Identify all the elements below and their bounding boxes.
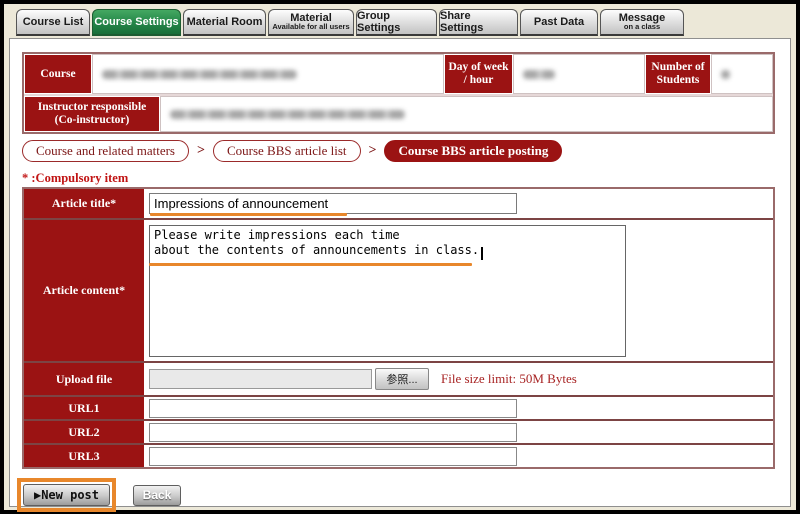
course-value-cell bbox=[92, 54, 444, 94]
breadcrumb-separator-icon: > bbox=[197, 143, 205, 159]
url2-label: URL2 bbox=[24, 421, 145, 443]
back-button[interactable]: Back bbox=[133, 485, 181, 506]
annotation-underline-content bbox=[149, 263, 472, 266]
day-of-week-value-cell bbox=[513, 54, 645, 94]
url1-input[interactable] bbox=[149, 399, 517, 418]
tab-bar: Course List Course Settings Material Roo… bbox=[16, 7, 684, 36]
tab-course-settings[interactable]: Course Settings bbox=[92, 9, 181, 36]
redacted-course-value bbox=[102, 70, 297, 79]
redacted-students-value bbox=[721, 70, 730, 79]
action-buttons: ▶New post Back bbox=[17, 478, 181, 512]
tab-material[interactable]: Material Available for all users bbox=[268, 9, 354, 36]
file-path-field[interactable] bbox=[149, 369, 372, 389]
url1-label: URL1 bbox=[24, 397, 145, 419]
compulsory-item-note: * :Compulsory item bbox=[22, 171, 128, 186]
redacted-instructor-value bbox=[170, 110, 405, 119]
tab-course-list[interactable]: Course List bbox=[16, 9, 90, 36]
course-label: Course bbox=[24, 54, 92, 94]
instructor-label: Instructor responsible (Co-instructor) bbox=[24, 96, 160, 132]
number-of-students-label: Number of Students bbox=[645, 54, 711, 94]
content-panel: Course Day of week / hour Number of Stud… bbox=[9, 38, 791, 507]
url3-cell bbox=[145, 445, 773, 467]
course-info-row-2: Instructor responsible (Co-instructor) bbox=[24, 94, 773, 132]
annotation-highlight-box: ▶New post bbox=[17, 478, 116, 512]
tab-share-settings[interactable]: Share Settings bbox=[439, 9, 518, 36]
number-of-students-value-cell bbox=[711, 54, 773, 94]
article-content-label: Article content* bbox=[24, 220, 145, 361]
instructor-value-cell bbox=[160, 96, 773, 132]
url2-input[interactable] bbox=[149, 423, 517, 442]
new-post-button[interactable]: ▶New post bbox=[23, 484, 110, 506]
text-cursor bbox=[481, 247, 483, 260]
day-of-week-label: Day of week / hour bbox=[444, 54, 513, 94]
article-content-row: Article content* Please write impression… bbox=[24, 218, 773, 361]
course-info-table: Course Day of week / hour Number of Stud… bbox=[22, 52, 775, 134]
tab-material-room[interactable]: Material Room bbox=[183, 9, 266, 36]
tab-message-sublabel: on a class bbox=[624, 23, 660, 31]
article-title-input[interactable] bbox=[149, 193, 517, 214]
url1-cell bbox=[145, 397, 773, 419]
tab-group-settings[interactable]: Group Settings bbox=[356, 9, 437, 36]
browse-button[interactable]: 参照... bbox=[375, 368, 429, 390]
url2-cell bbox=[145, 421, 773, 443]
breadcrumb-course-and-related-matters[interactable]: Course and related matters bbox=[22, 140, 189, 162]
upload-file-cell: 参照... File size limit: 50M Bytes bbox=[145, 363, 773, 395]
upload-file-label: Upload file bbox=[24, 363, 145, 395]
breadcrumb-course-bbs-article-list[interactable]: Course BBS article list bbox=[213, 140, 361, 162]
article-title-cell bbox=[145, 189, 773, 218]
article-title-label: Article title* bbox=[24, 189, 145, 218]
breadcrumb: Course and related matters > Course BBS … bbox=[22, 140, 562, 162]
annotation-underline-title bbox=[150, 213, 347, 216]
article-title-row: Article title* bbox=[24, 189, 773, 218]
url3-row: URL3 bbox=[24, 443, 773, 467]
article-content-cell: Please write impressions each time about… bbox=[145, 220, 773, 361]
url3-input[interactable] bbox=[149, 447, 517, 466]
article-content-textarea[interactable]: Please write impressions each time about… bbox=[149, 225, 626, 357]
breadcrumb-separator-icon: > bbox=[369, 143, 377, 159]
url3-label: URL3 bbox=[24, 445, 145, 467]
url2-row: URL2 bbox=[24, 419, 773, 443]
page-background: Course List Course Settings Material Roo… bbox=[4, 4, 796, 510]
url1-row: URL1 bbox=[24, 395, 773, 419]
tab-material-sublabel: Available for all users bbox=[272, 23, 349, 31]
redacted-day-value bbox=[523, 70, 555, 79]
file-size-limit-note: File size limit: 50M Bytes bbox=[441, 371, 577, 387]
course-info-row-1: Course Day of week / hour Number of Stud… bbox=[24, 54, 773, 94]
breadcrumb-course-bbs-article-posting: Course BBS article posting bbox=[384, 140, 562, 162]
upload-file-row: Upload file 参照... File size limit: 50M B… bbox=[24, 361, 773, 395]
tab-past-data[interactable]: Past Data bbox=[520, 9, 598, 36]
article-posting-form: Article title* Article content* Please w… bbox=[22, 187, 775, 469]
tab-message[interactable]: Message on a class bbox=[600, 9, 684, 36]
